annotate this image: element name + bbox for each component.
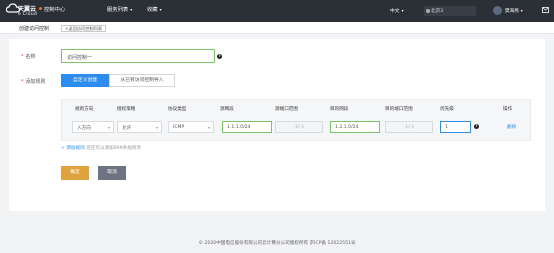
top-navigation-bar: 天翼云 e Cloud 控制中心 服务列表 ▾ 收藏 ▾ 中文 ▾ 北京3 樊海燕 ▾ xyxy=(0,0,554,22)
rule-label: * 添加规则 xyxy=(21,79,46,85)
dest-cidr-input[interactable]: 1.2.1.0/24 xyxy=(330,121,380,133)
chevron-down-icon: ▾ xyxy=(520,8,523,13)
form-card: * 名称 访问控制一 ? * 添加规则 自定义创建 从已有访问控制导入 规则方向 授… xyxy=(9,39,545,211)
console-title[interactable]: 控制中心 xyxy=(44,5,65,13)
breadcrumb: 创建访问控制 <返回访问控制列表 xyxy=(0,22,554,34)
source-cidr-input[interactable]: 1.1.1.0/24 xyxy=(222,121,272,133)
chevron-down-icon: ▾ xyxy=(130,7,133,12)
region-label: 北京3 xyxy=(431,9,444,14)
source-port-input: -1/-1 xyxy=(275,121,323,133)
column-header: 授权策略 xyxy=(117,107,136,112)
column-header: 规则方向 xyxy=(75,107,94,112)
chevron-down-icon: ▾ xyxy=(107,125,110,130)
column-header: 源端口范围 xyxy=(275,107,298,112)
chevron-down-icon: ▾ xyxy=(207,125,210,130)
column-header: 目的网段 xyxy=(330,107,349,112)
cancel-button[interactable]: 取消 xyxy=(98,166,126,180)
footer-copyright: © 2020中国电信股份有限公司云计算分公司版权所有 京ICP备 1202255… xyxy=(198,241,356,246)
name-input[interactable]: 访问控制一 xyxy=(61,49,215,63)
brand-subtitle: e Cloud xyxy=(18,12,38,17)
mail-icon[interactable] xyxy=(542,7,549,13)
chevron-down-icon: ▾ xyxy=(401,8,404,13)
policy-select[interactable]: 允许 ▾ xyxy=(117,121,162,133)
question-icon[interactable]: ? xyxy=(217,54,222,59)
page-title: 创建访问控制 xyxy=(19,26,50,32)
chevron-down-icon: ▾ xyxy=(155,125,158,130)
import-from-existing-button[interactable]: 从已有访问控制导入 xyxy=(109,74,175,87)
delete-rule-link[interactable]: 删除 xyxy=(507,124,516,130)
location-icon xyxy=(426,8,430,13)
custom-create-button[interactable]: 自定义创建 xyxy=(61,74,109,87)
chevron-down-icon: ▾ xyxy=(159,7,162,12)
column-header: 源网段 xyxy=(220,107,234,112)
back-to-list-button[interactable]: <返回访问控制列表 xyxy=(61,24,107,32)
plus-icon[interactable]: + xyxy=(61,146,65,151)
column-header: 优先级 xyxy=(440,107,454,112)
question-icon[interactable]: ? xyxy=(474,124,479,129)
language-selector[interactable]: 中文 ▾ xyxy=(390,7,404,14)
dest-port-input: -1/-1 xyxy=(385,121,433,133)
add-rule-hint: 您还可以添加999条规则项 xyxy=(86,146,141,151)
add-rule-row: + 添加规则 您还可以添加999条规则项 xyxy=(61,145,141,151)
avatar[interactable] xyxy=(493,6,502,15)
priority-input[interactable]: 1 xyxy=(440,121,471,133)
protocol-select[interactable]: ICMP ▾ xyxy=(168,121,214,133)
column-header: 协议类型 xyxy=(168,107,187,112)
confirm-button[interactable]: 确定 xyxy=(61,166,89,180)
nav-favorites[interactable]: 收藏 ▾ xyxy=(147,5,162,13)
logo[interactable]: 天翼云 e Cloud xyxy=(6,2,40,20)
rule-table: 规则方向 授权策略 协议类型 源网段 源端口范围 目的网段 目的端口范围 优先级… xyxy=(61,99,531,141)
nav-service-list[interactable]: 服务列表 ▾ xyxy=(107,5,132,13)
direction-select[interactable]: 入方向 ▾ xyxy=(72,121,114,133)
brand-dot xyxy=(39,7,42,10)
region-selector[interactable]: 北京3 xyxy=(424,6,476,16)
username[interactable]: 樊海燕 ▾ xyxy=(505,8,523,14)
add-rule-link[interactable]: 添加规则 xyxy=(66,146,84,151)
name-label: * 名称 xyxy=(21,54,36,60)
column-header: 操作 xyxy=(503,107,513,112)
column-header: 目的端口范围 xyxy=(385,107,413,112)
